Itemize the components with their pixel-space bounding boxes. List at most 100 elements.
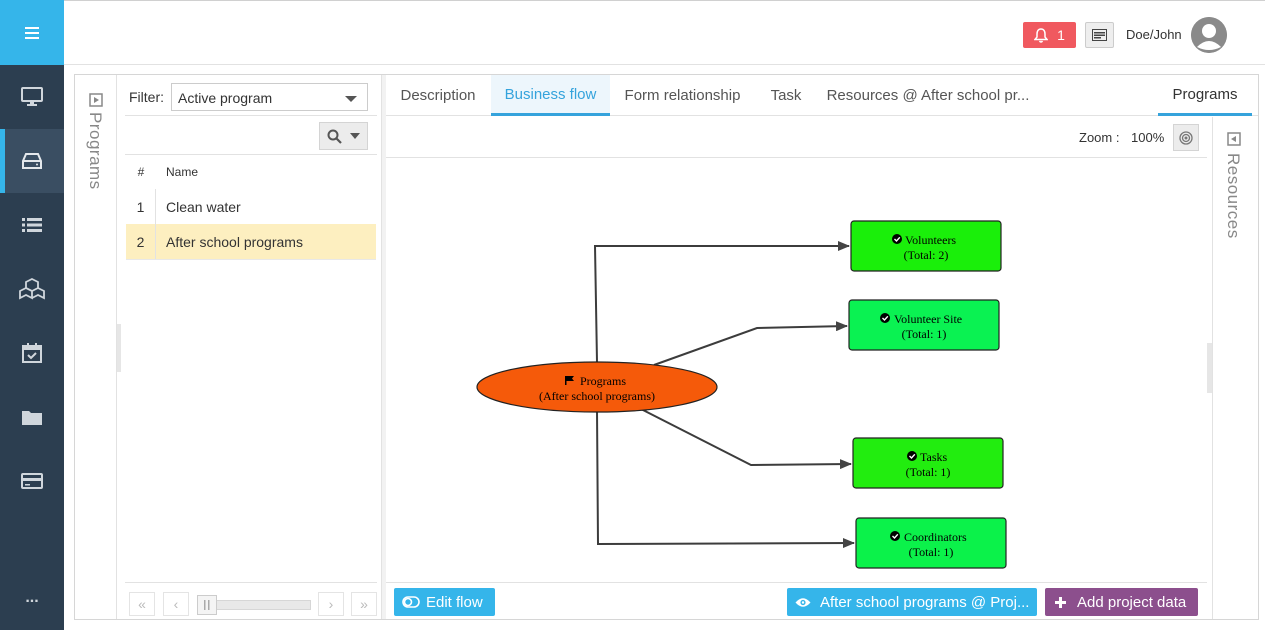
row-name: After school programs xyxy=(166,233,303,250)
username[interactable]: Doe/John xyxy=(1126,27,1182,42)
program-list-panel: Filter: Active program # Name 1 Clean wa… xyxy=(121,75,381,619)
view-program-label: After school programs @ Proj... xyxy=(820,593,1030,611)
zoom-label: Zoom : xyxy=(1079,130,1120,145)
tab-resources[interactable]: Resources @ After school pr... xyxy=(823,75,1033,116)
prev-page-button[interactable]: ‹ xyxy=(163,592,189,616)
nav-item-files[interactable] xyxy=(0,385,64,449)
flow-edge-coordinators xyxy=(596,409,855,549)
view-program-button[interactable]: After school programs @ Proj... xyxy=(787,588,1037,616)
search-icon xyxy=(327,129,342,144)
add-project-data-label: Add project data xyxy=(1077,593,1187,611)
table-row-selected[interactable]: 2 After school programs xyxy=(126,224,376,260)
user-avatar-icon xyxy=(1191,17,1227,53)
flow-node-label: Volunteers xyxy=(905,233,956,247)
table-header: # Name xyxy=(126,155,376,189)
nav-item-billing[interactable] xyxy=(0,449,64,513)
edit-flow-label: Edit flow xyxy=(426,593,483,611)
chevron-down-icon xyxy=(345,96,357,102)
hamburger-icon xyxy=(25,26,39,39)
notification-count: 1 xyxy=(1057,27,1065,43)
filter-label: Filter: xyxy=(129,89,164,105)
nav-more-button[interactable]: ... xyxy=(0,566,64,630)
flow-node-sublabel: (Total: 1) xyxy=(906,465,951,479)
top-header: 1 Doe/John xyxy=(64,0,1265,65)
tab-business-flow[interactable]: Business flow xyxy=(491,75,610,116)
left-nav: ... xyxy=(0,0,64,630)
menu-toggle-button[interactable] xyxy=(0,0,64,65)
check-circle-icon xyxy=(880,313,890,323)
collapse-panel-icon[interactable] xyxy=(1227,132,1241,146)
flow-edge-volunteer-site xyxy=(653,321,848,366)
flow-diagram: Programs (After school programs) Volunte… xyxy=(476,220,1007,569)
cubes-icon xyxy=(19,278,45,300)
row-number: 1 xyxy=(126,189,156,224)
eye-icon xyxy=(795,597,811,607)
monitor-icon xyxy=(21,87,43,106)
zoom-value: 100% xyxy=(1131,130,1165,145)
tab-form-relationship[interactable]: Form relationship xyxy=(612,75,753,116)
tab-task[interactable]: Task xyxy=(760,75,812,116)
calendar-check-icon xyxy=(22,343,42,363)
tab-programs[interactable]: Programs xyxy=(1158,75,1252,116)
tab-bar: Description Business flow Form relations… xyxy=(386,75,1258,116)
nav-item-inbox[interactable] xyxy=(0,129,64,193)
resources-rail[interactable]: Resources xyxy=(1212,117,1258,619)
filter-select[interactable]: Active program xyxy=(171,83,368,111)
resources-rail-label: Resources xyxy=(1224,153,1243,239)
add-project-data-button[interactable]: Add project data xyxy=(1045,588,1198,616)
first-page-button[interactable]: « xyxy=(129,592,155,616)
row-number: 2 xyxy=(126,224,156,259)
folder-icon xyxy=(22,411,42,425)
zoom-reset-button[interactable] xyxy=(1173,124,1199,151)
notifications-button[interactable]: 1 xyxy=(1023,22,1076,48)
credit-card-icon xyxy=(21,473,43,489)
flow-node-sublabel: (After school programs) xyxy=(539,389,655,403)
flow-node-sublabel: (Total: 2) xyxy=(904,248,949,262)
flow-node-label: Programs xyxy=(580,374,626,388)
nav-item-list[interactable] xyxy=(0,193,64,257)
nav-item-modules[interactable] xyxy=(0,257,64,321)
last-page-button[interactable]: » xyxy=(351,592,377,616)
flow-node-coordinators[interactable]: Coordinators (Total: 1) xyxy=(855,517,1007,569)
row-name: Clean water xyxy=(166,198,241,215)
flow-node-label: Tasks xyxy=(920,450,947,464)
pager: « ‹ › » xyxy=(125,582,377,619)
grip-icon xyxy=(204,600,210,610)
flow-node-tasks[interactable]: Tasks (Total: 1) xyxy=(852,437,1004,489)
column-header-num: # xyxy=(137,165,145,179)
filter-value: Active program xyxy=(178,90,273,106)
profile-card-button[interactable] xyxy=(1085,22,1114,48)
caret-down-icon xyxy=(350,133,360,139)
tab-description[interactable]: Description xyxy=(386,75,490,116)
flow-node-label: Volunteer Site xyxy=(894,312,962,326)
programs-rail[interactable]: Programs xyxy=(75,75,117,619)
flow-node-volunteer-site[interactable]: Volunteer Site (Total: 1) xyxy=(848,299,1000,351)
column-header-name: Name xyxy=(166,165,199,179)
check-circle-icon xyxy=(890,531,900,541)
flow-node-volunteers[interactable]: Volunteers (Total: 2) xyxy=(850,220,1002,272)
check-circle-icon xyxy=(907,451,917,461)
search-button[interactable] xyxy=(319,122,368,150)
nav-item-dashboard[interactable] xyxy=(0,65,64,129)
flow-node-sublabel: (Total: 1) xyxy=(902,327,947,341)
business-flow-canvas[interactable]: Programs (After school programs) Volunte… xyxy=(386,158,1207,582)
edit-flow-button[interactable]: Edit flow xyxy=(394,588,495,616)
flow-edge-volunteers xyxy=(593,241,850,363)
nav-item-calendar[interactable] xyxy=(0,321,64,385)
table-row[interactable]: 1 Clean water xyxy=(126,189,376,225)
flow-node-sublabel: (Total: 1) xyxy=(909,545,954,559)
next-page-button[interactable]: › xyxy=(318,592,344,616)
target-icon xyxy=(1179,130,1193,145)
action-bar: Edit flow After school programs @ Proj..… xyxy=(386,582,1207,620)
inbox-icon xyxy=(22,153,42,169)
check-circle-icon xyxy=(892,234,902,244)
toggle-icon xyxy=(402,596,420,608)
programs-rail-label: Programs xyxy=(86,112,105,190)
expand-panel-icon[interactable] xyxy=(89,93,103,107)
flow-node-label: Coordinators xyxy=(904,530,967,544)
divider xyxy=(125,115,377,116)
avatar[interactable] xyxy=(1191,17,1227,53)
plus-icon xyxy=(1055,596,1066,608)
flow-node-programs[interactable]: Programs (After school programs) xyxy=(476,361,718,413)
page-slider-handle[interactable] xyxy=(197,595,217,615)
